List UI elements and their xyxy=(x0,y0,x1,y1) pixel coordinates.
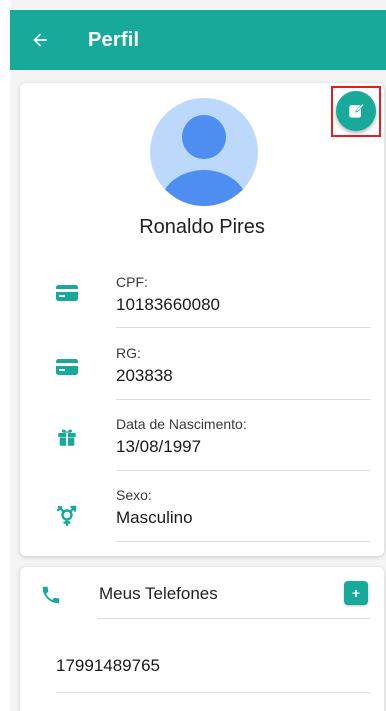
add-phone-button[interactable]: + xyxy=(344,581,368,605)
app-bar: Perfil xyxy=(10,10,386,70)
divider xyxy=(116,327,370,328)
info-row-birthdate: Data de Nascimento: 13/08/1997 xyxy=(20,406,384,478)
arrow-left-icon xyxy=(33,33,47,47)
rg-value: 203838 xyxy=(116,366,173,385)
gender-value: Masculino xyxy=(116,508,193,527)
gender-icon xyxy=(54,503,80,529)
rg-label: RG: xyxy=(116,345,141,361)
edit-button-highlight xyxy=(331,86,381,137)
divider xyxy=(116,541,370,542)
cpf-label: CPF: xyxy=(116,274,148,290)
divider xyxy=(116,399,370,400)
gender-label: Sexo: xyxy=(116,487,152,503)
info-row-cpf: CPF: 10183660080 xyxy=(20,262,384,334)
edit-icon xyxy=(349,103,365,118)
phones-title: Meus Telefones xyxy=(99,584,218,603)
cpf-value: 10183660080 xyxy=(116,295,221,314)
user-icon xyxy=(160,115,248,206)
divider xyxy=(97,618,370,619)
edit-profile-button[interactable] xyxy=(336,91,376,131)
divider xyxy=(56,692,370,693)
birthdate-label: Data de Nascimento: xyxy=(116,416,247,432)
user-name: Ronaldo Pires xyxy=(139,216,265,238)
page-title: Perfil xyxy=(88,28,140,51)
info-row-gender: Sexo: Masculino xyxy=(20,477,384,549)
divider xyxy=(116,470,370,471)
back-button[interactable] xyxy=(28,28,52,52)
phone-list-item[interactable]: 17991489765 xyxy=(56,656,160,676)
phone-icon xyxy=(38,582,64,608)
id-card-icon xyxy=(54,354,80,380)
info-row-rg: RG: 203838 xyxy=(20,334,384,406)
id-card-icon xyxy=(54,280,80,306)
birthdate-value: 13/08/1997 xyxy=(116,437,202,456)
gift-icon xyxy=(54,424,80,450)
avatar xyxy=(150,98,258,206)
